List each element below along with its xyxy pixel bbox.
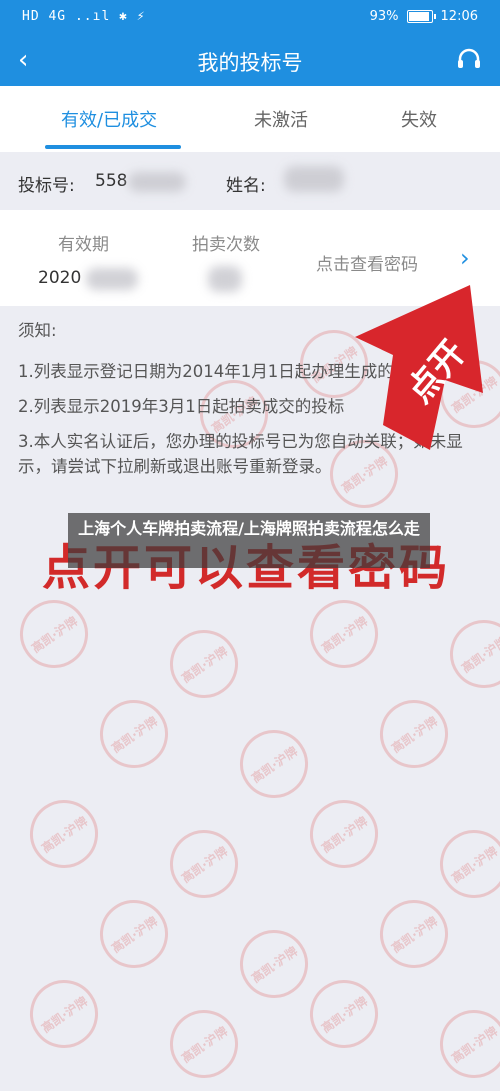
watermark-logo: 高凯·沪牌 (426, 996, 500, 1091)
battery-icon (406, 10, 436, 23)
status-icons: HD 4G ..ıl ✱ ⚡ (22, 9, 146, 24)
watermark-logo: 高凯·沪牌 (6, 586, 102, 682)
tab-expired[interactable]: 失效 (401, 106, 437, 132)
watermark-logo: 高凯·沪牌 (16, 966, 112, 1062)
status-bar: HD 4G ..ıl ✱ ⚡ 93% 12:06 (0, 0, 500, 36)
bid-number-value: 558 (95, 171, 128, 191)
view-password-link[interactable]: 点击查看密码 (316, 250, 418, 275)
redacted-auction-count (208, 266, 242, 292)
caption-overlay: 上海个人车牌拍卖流程/上海牌照拍卖流程怎么走 (68, 513, 430, 568)
watermark-logo: 高凯·沪牌 (16, 786, 112, 882)
bid-info-row: 投标号: 558 姓名: (0, 152, 500, 210)
chevron-right-icon[interactable]: › (460, 244, 470, 272)
watermark-logo: 高凯·沪牌 (366, 686, 462, 782)
watermark-logo: 高凯·沪牌 (226, 916, 322, 1012)
name-label: 姓名: (226, 176, 266, 196)
headset-icon[interactable] (456, 47, 482, 73)
redacted-bid-number (128, 172, 186, 192)
redacted-name (284, 166, 344, 192)
page-title: 我的投标号 (197, 52, 303, 75)
watermark-logo: 高凯·沪牌 (296, 966, 392, 1062)
tab-indicator (45, 145, 181, 149)
watermark-logo: 高凯·沪牌 (86, 886, 182, 982)
watermark-logo: 高凯·沪牌 (226, 716, 322, 812)
redacted-validity (86, 268, 138, 290)
watermark-logo: 高凯·沪牌 (156, 816, 252, 912)
tab-inactive[interactable]: 未激活 (254, 106, 308, 132)
watermark-logo: 高凯·沪牌 (436, 606, 500, 702)
validity-value: 2020 (38, 268, 82, 288)
watermark-logo: 高凯·沪牌 (86, 686, 182, 782)
watermark-logo: 高凯·沪牌 (426, 816, 500, 912)
watermark-logo: 高凯·沪牌 (156, 616, 252, 712)
battery-percent: 93% (369, 9, 399, 24)
bid-number-label: 投标号: (18, 176, 75, 196)
auction-count-header: 拍卖次数 (192, 235, 260, 255)
watermark-logo: 高凯·沪牌 (296, 586, 392, 682)
nav-bar: ‹ 我的投标号 (0, 36, 500, 86)
watermark-logo: 高凯·沪牌 (366, 886, 462, 982)
status-time: 12:06 (440, 9, 478, 24)
tab-bar: 有效/已成交 未激活 失效 (0, 86, 500, 152)
watermark-logo: 高凯·沪牌 (156, 996, 252, 1091)
validity-header: 有效期 (58, 235, 109, 255)
tab-valid[interactable]: 有效/已成交 (61, 106, 157, 132)
watermark-logo: 高凯·沪牌 (296, 786, 392, 882)
